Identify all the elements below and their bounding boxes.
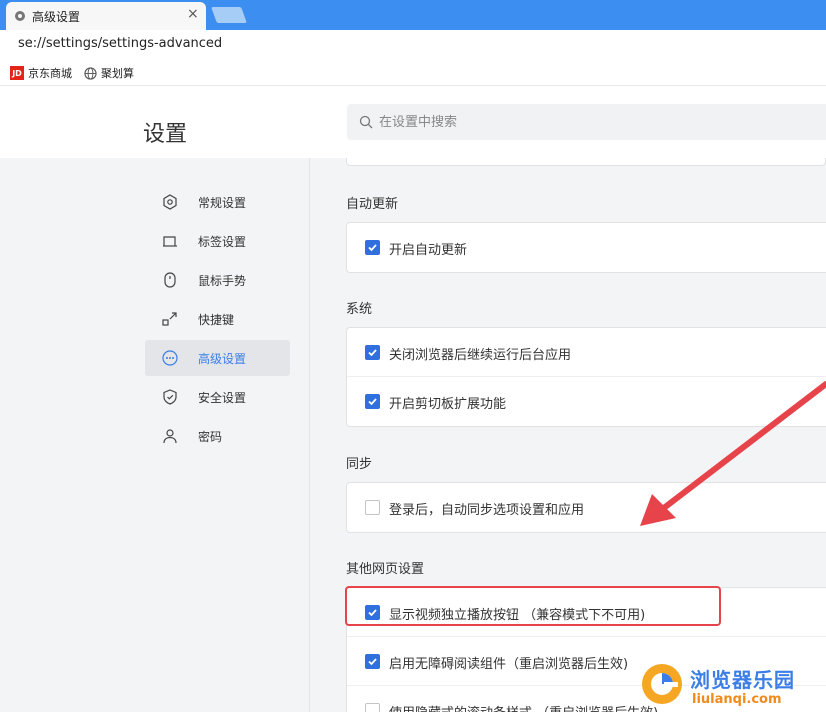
sidebar-item-general[interactable]: 常规设置 <box>145 184 290 220</box>
section-title-auto-update: 自动更新 <box>346 197 399 212</box>
card-other-web: 显示视频独立播放按钮 （兼容模式下不可用) 启用无障碍阅读组件（重启浏览器后生效… <box>346 587 826 712</box>
user-icon <box>163 429 177 444</box>
checkbox-checked-icon[interactable] <box>365 605 380 620</box>
settings-gear-icon <box>15 11 25 21</box>
section-title-sync: 同步 <box>346 457 373 472</box>
sidebar-item-tabs[interactable]: 标签设置 <box>145 223 290 259</box>
close-icon[interactable]: × <box>187 6 199 22</box>
settings-header: 设置 <box>0 86 826 158</box>
sidebar-item-label: 标签设置 <box>198 235 247 249</box>
sidebar-item-label: 鼠标手势 <box>198 274 247 288</box>
option-background-apps[interactable]: 关闭浏览器后继续运行后台应用 <box>347 328 826 377</box>
address-url[interactable]: se://settings/settings-advanced <box>18 36 222 51</box>
hexagon-gear-icon <box>163 194 177 210</box>
sidebar-item-label: 密码 <box>198 430 223 444</box>
more-dots-icon <box>162 350 178 366</box>
bookmark-label: 京东商城 <box>28 67 72 80</box>
checkbox-checked-icon[interactable] <box>365 240 380 255</box>
sidebar-item-label: 高级设置 <box>198 352 247 366</box>
option-label: 开启剪切板扩展功能 <box>389 397 507 412</box>
bookmarks-bar: JD 京东商城 聚划算 <box>0 60 826 86</box>
section-title-other-web: 其他网页设置 <box>346 562 425 577</box>
checkbox-checked-icon[interactable] <box>365 394 380 409</box>
mouse-icon <box>164 272 176 288</box>
address-bar[interactable]: se://settings/settings-advanced <box>0 30 826 60</box>
bookmark-jd[interactable]: JD 京东商城 <box>10 65 72 81</box>
option-sync-after-login[interactable]: 登录后，自动同步选项设置和应用 <box>347 483 826 532</box>
sidebar-item-label: 安全设置 <box>198 391 247 405</box>
sidebar-item-advanced[interactable]: 高级设置 <box>145 340 290 376</box>
option-accessible-reading[interactable]: 启用无障碍阅读组件（重启浏览器后生效) <box>347 637 826 686</box>
shortcut-arrow-icon <box>162 312 177 326</box>
card-auto-update: 开启自动更新 <box>346 222 826 273</box>
shield-icon <box>163 389 177 405</box>
option-label: 登录后，自动同步选项设置和应用 <box>389 503 585 518</box>
tab-title: 高级设置 <box>32 10 81 24</box>
checkbox-checked-icon[interactable] <box>365 345 380 360</box>
option-auto-update[interactable]: 开启自动更新 <box>347 223 826 272</box>
settings-main: 自动更新 开启自动更新 系统 关闭浏览器后继续运行后台应用 开启剪切板扩展功能 … <box>311 158 826 712</box>
sidebar-item-password[interactable]: 密码 <box>145 418 290 454</box>
checkbox-checked-icon[interactable] <box>365 654 380 669</box>
option-label: 使用隐藏式的滚动条样式 （重启浏览器后生效) <box>389 702 658 712</box>
checkbox-unchecked-icon[interactable] <box>365 703 380 712</box>
globe-icon <box>84 66 97 80</box>
new-tab-button[interactable] <box>211 7 247 23</box>
tab-bar: 高级设置 × <box>0 0 826 30</box>
search-icon <box>359 115 373 129</box>
sidebar-item-mouse-gestures[interactable]: 鼠标手势 <box>145 262 290 298</box>
checkbox-unchecked-icon[interactable] <box>365 500 380 515</box>
option-label: 显示视频独立播放按钮 （兼容模式下不可用) <box>389 608 646 623</box>
option-hidden-scrollbar[interactable]: 使用隐藏式的滚动条样式 （重启浏览器后生效) <box>347 686 826 712</box>
bookmark-juhuasuan[interactable]: 聚划算 <box>84 65 134 81</box>
jd-icon: JD <box>10 66 24 80</box>
option-label: 关闭浏览器后继续运行后台应用 <box>389 348 572 363</box>
option-clipboard-extension[interactable]: 开启剪切板扩展功能 <box>347 377 826 426</box>
browser-window: 高级设置 × se://settings/settings-advanced J… <box>0 0 826 712</box>
card-sync: 登录后，自动同步选项设置和应用 <box>346 482 826 533</box>
sidebar-item-security[interactable]: 安全设置 <box>145 379 290 415</box>
section-title-system: 系统 <box>346 302 373 317</box>
sidebar-item-label: 快捷键 <box>198 313 235 327</box>
option-video-popout-button[interactable]: 显示视频独立播放按钮 （兼容模式下不可用) <box>347 588 826 637</box>
option-label: 开启自动更新 <box>389 243 468 258</box>
option-label: 启用无障碍阅读组件（重启浏览器后生效) <box>389 657 629 672</box>
previous-card <box>346 158 826 166</box>
settings-sidebar: 常规设置 标签设置 鼠标手势 快捷键 高级设置 安全设置 密码 <box>0 158 310 712</box>
tab-icon <box>163 236 177 247</box>
sidebar-item-label: 常规设置 <box>198 196 247 210</box>
sidebar-item-shortcuts[interactable]: 快捷键 <box>145 301 290 337</box>
search-input[interactable] <box>379 104 819 140</box>
search-box[interactable] <box>347 104 826 140</box>
card-system: 关闭浏览器后继续运行后台应用 开启剪切板扩展功能 <box>346 327 826 427</box>
bookmark-label: 聚划算 <box>101 67 134 80</box>
page-title: 设置 <box>143 122 188 147</box>
tab-advanced-settings[interactable]: 高级设置 × <box>6 2 206 30</box>
